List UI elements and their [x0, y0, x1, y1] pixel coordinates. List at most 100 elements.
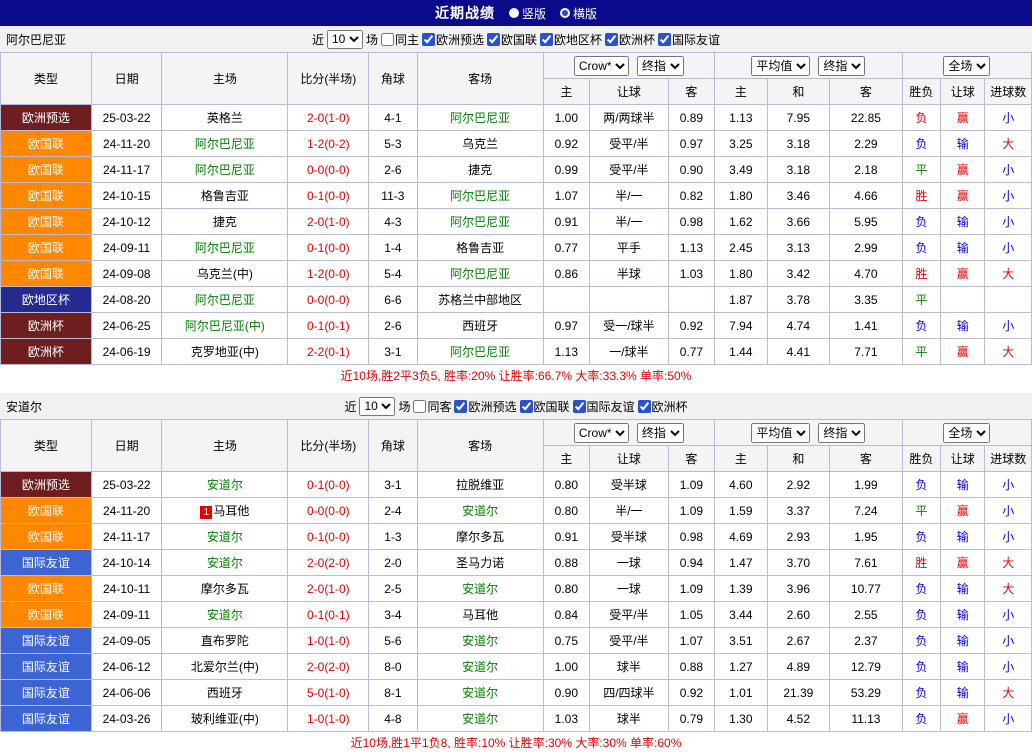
competition-checkbox-input[interactable]: [573, 400, 586, 413]
team-link[interactable]: 苏格兰中部地区: [438, 293, 522, 307]
competition-checkbox[interactable]: 国际友谊: [573, 398, 635, 415]
match-row: 欧国联24-11-201马耳他0-0(0-0)2-4安道尔0.80半/一1.09…: [1, 498, 1032, 524]
competition-checkbox[interactable]: 欧洲杯: [605, 31, 655, 48]
team-link[interactable]: 西班牙: [207, 686, 243, 700]
team-link[interactable]: 格鲁吉亚: [456, 241, 504, 255]
competition-checkbox-input[interactable]: [454, 400, 467, 413]
odds-source-select[interactable]: 平均值: [751, 423, 810, 443]
result-goals: 小: [985, 235, 1032, 261]
odds-source-select[interactable]: Crow*: [574, 56, 629, 76]
odds-source-select[interactable]: 终指: [818, 423, 865, 443]
team-link[interactable]: 阿尔巴尼亚: [450, 215, 510, 229]
team-link[interactable]: 阿尔巴尼亚: [195, 137, 255, 151]
score: 2-0(1-0): [288, 576, 369, 602]
layout-option-horizontal[interactable]: 横版: [560, 5, 597, 22]
home-team-cell: 安道尔: [162, 524, 288, 550]
result-goals: 小: [985, 105, 1032, 131]
team-link[interactable]: 安道尔: [462, 634, 498, 648]
team-link[interactable]: 安道尔: [207, 530, 243, 544]
competition-checkbox[interactable]: 欧国联: [520, 398, 570, 415]
team-link[interactable]: 玻利维亚(中): [191, 712, 259, 726]
team-link[interactable]: 安道尔: [462, 504, 498, 518]
team-link[interactable]: 阿尔巴尼亚: [450, 345, 510, 359]
home-team-cell: 阿尔巴尼亚: [162, 235, 288, 261]
competition-checkbox-input[interactable]: [540, 33, 553, 46]
layout-option-vertical[interactable]: 竖版: [509, 5, 546, 22]
team-link[interactable]: 西班牙: [462, 319, 498, 333]
team-link[interactable]: 圣马力诺: [456, 556, 504, 570]
same-venue-checkbox-input[interactable]: [413, 400, 426, 413]
odds-source-select[interactable]: 终指: [637, 56, 684, 76]
team-link[interactable]: 安道尔: [207, 478, 243, 492]
team-link[interactable]: 摩尔多瓦: [201, 582, 249, 596]
odds-source-select[interactable]: 终指: [637, 423, 684, 443]
home-team-cell: 西班牙: [162, 680, 288, 706]
team-link[interactable]: 英格兰: [207, 111, 243, 125]
team-link[interactable]: 安道尔: [207, 608, 243, 622]
competition-checkbox-input[interactable]: [658, 33, 671, 46]
team-link[interactable]: 安道尔: [462, 712, 498, 726]
odds-source-select[interactable]: 全场: [943, 56, 990, 76]
competition-checkbox[interactable]: 欧洲杯: [638, 398, 688, 415]
team-link[interactable]: 安道尔: [462, 660, 498, 674]
home-odds: 0.90: [543, 680, 589, 706]
competition-checkbox-input[interactable]: [422, 33, 435, 46]
competition-checkbox[interactable]: 欧洲预选: [422, 31, 484, 48]
team-link[interactable]: 安道尔: [207, 556, 243, 570]
competition-checkbox[interactable]: 欧国联: [487, 31, 537, 48]
match-row: 欧国联24-11-20阿尔巴尼亚1-2(0-2)5-3乌克兰0.92受平/半0.…: [1, 131, 1032, 157]
match-count-select[interactable]: 10: [327, 30, 363, 49]
col-header: 日期: [91, 420, 162, 472]
team-link[interactable]: 阿尔巴尼亚: [450, 267, 510, 281]
team-link[interactable]: 阿尔巴尼亚: [450, 111, 510, 125]
team-link[interactable]: 捷克: [213, 215, 237, 229]
match-type: 欧国联: [1, 261, 92, 287]
match-count-select[interactable]: 10: [359, 397, 395, 416]
avg-away: 22.85: [830, 105, 903, 131]
competition-checkbox-input[interactable]: [520, 400, 533, 413]
away-odds: 0.98: [668, 524, 714, 550]
team-link[interactable]: 阿尔巴尼亚(中): [185, 319, 265, 333]
team-link[interactable]: 直布罗陀: [201, 634, 249, 648]
team-link[interactable]: 乌克兰(中): [197, 267, 253, 281]
competition-checkbox-input[interactable]: [605, 33, 618, 46]
odds-source-select[interactable]: 全场: [943, 423, 990, 443]
team-link[interactable]: 阿尔巴尼亚: [195, 163, 255, 177]
team-link[interactable]: 阿尔巴尼亚: [450, 189, 510, 203]
team-link[interactable]: 北爱尔兰(中): [191, 660, 259, 674]
competition-checkbox[interactable]: 国际友谊: [658, 31, 720, 48]
summary-stats: 近10场,胜1平1负8, 胜率:10% 让胜率:30% 大率:30% 单率:60…: [0, 732, 1032, 754]
team-link[interactable]: 安道尔: [462, 582, 498, 596]
odds-source-select[interactable]: 平均值: [751, 56, 810, 76]
match-type: 欧地区杯: [1, 287, 92, 313]
score: 2-0(1-0): [288, 209, 369, 235]
match-date: 25-03-22: [91, 105, 162, 131]
team-link[interactable]: 阿尔巴尼亚: [195, 241, 255, 255]
match-row: 国际友谊24-09-05直布罗陀1-0(1-0)5-6安道尔0.75受平/半1.…: [1, 628, 1032, 654]
team-link[interactable]: 乌克兰: [462, 137, 498, 151]
same-venue-checkbox[interactable]: 同客: [413, 398, 451, 415]
team-link[interactable]: 拉脱维亚: [456, 478, 504, 492]
same-venue-checkbox[interactable]: 同主: [381, 31, 419, 48]
odds-source-select[interactable]: 终指: [818, 56, 865, 76]
team-link[interactable]: 马耳他: [213, 504, 249, 518]
team-link[interactable]: 阿尔巴尼亚: [195, 293, 255, 307]
competition-checkbox[interactable]: 欧洲预选: [454, 398, 516, 415]
team-link[interactable]: 克罗地亚(中): [191, 345, 259, 359]
avg-home: 2.45: [715, 235, 767, 261]
odds-source-select[interactable]: Crow*: [574, 423, 629, 443]
team-link[interactable]: 格鲁吉亚: [201, 189, 249, 203]
avg-draw: 3.18: [767, 157, 830, 183]
odds-source-header: 平均值终指: [715, 53, 903, 79]
competition-checkbox-input[interactable]: [638, 400, 651, 413]
team-link[interactable]: 马耳他: [462, 608, 498, 622]
same-venue-checkbox-input[interactable]: [381, 33, 394, 46]
team-link[interactable]: 摩尔多瓦: [456, 530, 504, 544]
competition-checkbox-input[interactable]: [487, 33, 500, 46]
team-link[interactable]: 安道尔: [462, 686, 498, 700]
result-goals: 大: [985, 680, 1032, 706]
home-team-cell: 捷克: [162, 209, 288, 235]
checkbox-label: 欧国联: [501, 31, 537, 48]
competition-checkbox[interactable]: 欧地区杯: [540, 31, 602, 48]
team-link[interactable]: 捷克: [468, 163, 492, 177]
